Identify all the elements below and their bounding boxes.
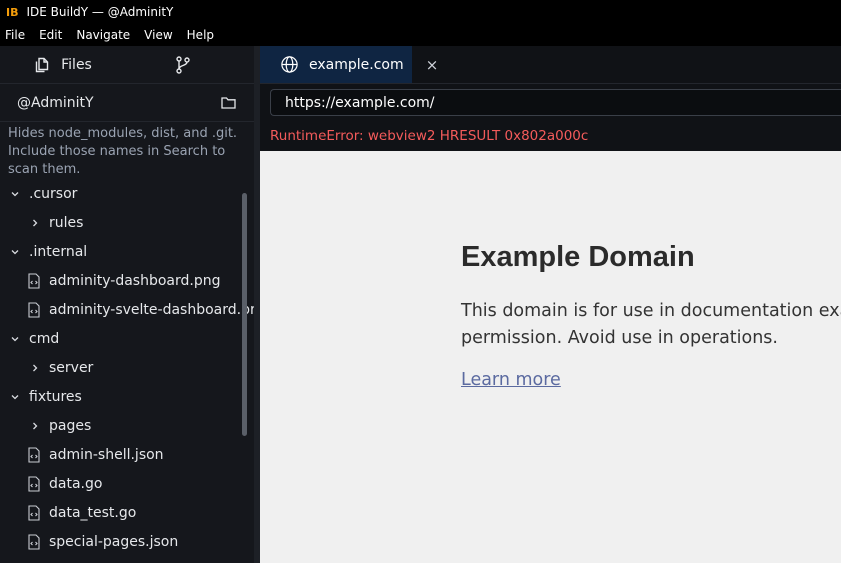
address-bar-container: https://example.com/ bbox=[260, 84, 841, 121]
tree-label: .cursor bbox=[29, 185, 78, 202]
sidebar: Files @AdminitY Hides node_modules, dist… bbox=[0, 46, 254, 563]
sidebar-tabs: Files bbox=[0, 46, 254, 84]
tree-folder-cursor[interactable]: .cursor bbox=[0, 179, 254, 208]
chevron-right-icon bbox=[27, 363, 43, 373]
file-code-icon bbox=[27, 446, 41, 463]
menu-edit[interactable]: Edit bbox=[39, 28, 62, 42]
tree-folder-rules[interactable]: rules bbox=[0, 208, 254, 237]
tree-label: server bbox=[49, 359, 94, 376]
page-paragraph: This domain is for use in documentation … bbox=[461, 298, 841, 352]
tree-file-adminity-dashboard[interactable]: adminity-dashboard.png bbox=[0, 266, 254, 295]
tree-label: cmd bbox=[29, 330, 60, 347]
window-title: IDE BuildY — @AdminitY bbox=[26, 5, 174, 19]
tree-label: special-pages.json bbox=[49, 533, 179, 550]
tree-label: adminity-svelte-dashboard.pr bbox=[49, 301, 254, 318]
tree-label: rules bbox=[49, 214, 84, 231]
tree-folder-pages[interactable]: pages bbox=[0, 411, 254, 440]
menu-navigate[interactable]: Navigate bbox=[76, 28, 130, 42]
file-code-icon bbox=[27, 504, 41, 521]
tree-file-data-go[interactable]: data.go bbox=[0, 469, 254, 498]
runtime-error-message: RuntimeError: webview2 HRESULT 0x802a000… bbox=[270, 128, 589, 144]
tree-folder-server[interactable]: server bbox=[0, 353, 254, 382]
chevron-right-icon bbox=[27, 218, 43, 228]
url-input[interactable]: https://example.com/ bbox=[270, 89, 841, 116]
file-tree: .cursor rules .internal adminity-dashboa… bbox=[0, 179, 254, 556]
tree-label: pages bbox=[49, 417, 92, 434]
globe-icon bbox=[281, 56, 298, 73]
chevron-down-icon bbox=[7, 247, 23, 257]
sidebar-scrollbar[interactable] bbox=[242, 193, 247, 436]
folder-icon[interactable] bbox=[221, 96, 236, 109]
paragraph-line-1: This domain is for use in documentation … bbox=[461, 301, 841, 321]
tree-file-admin-shell[interactable]: admin-shell.json bbox=[0, 440, 254, 469]
menu-view[interactable]: View bbox=[144, 28, 172, 42]
web-page-content: Example Domain This domain is for use in… bbox=[461, 241, 841, 390]
menu-file[interactable]: File bbox=[5, 28, 25, 42]
title-bar: IB IDE BuildY — @AdminitY bbox=[0, 0, 841, 24]
webview: Example Domain This domain is for use in… bbox=[260, 151, 841, 563]
git-branch-icon bbox=[175, 55, 190, 74]
tree-label: admin-shell.json bbox=[49, 446, 164, 463]
tree-label: .internal bbox=[29, 243, 88, 260]
chevron-right-icon bbox=[27, 421, 43, 431]
chevron-down-icon bbox=[7, 392, 23, 402]
learn-more-link[interactable]: Learn more bbox=[461, 370, 561, 390]
tree-folder-internal[interactable]: .internal bbox=[0, 237, 254, 266]
file-code-icon bbox=[27, 475, 41, 492]
tree-file-special-pages[interactable]: special-pages.json bbox=[0, 527, 254, 556]
app-logo: IB bbox=[6, 5, 19, 19]
tree-folder-cmd[interactable]: cmd bbox=[0, 324, 254, 353]
hidden-files-hint: Hides node_modules, dist, and .git. Incl… bbox=[8, 126, 238, 177]
menu-help[interactable]: Help bbox=[187, 28, 214, 42]
chevron-down-icon bbox=[7, 334, 23, 344]
paragraph-line-2: permission. Avoid use in operations. bbox=[461, 328, 778, 348]
file-code-icon bbox=[27, 301, 41, 318]
menu-bar: File Edit Navigate View Help bbox=[0, 24, 841, 46]
chevron-down-icon bbox=[7, 189, 23, 199]
close-tab-button[interactable]: × bbox=[412, 46, 452, 83]
tree-folder-fixtures[interactable]: fixtures bbox=[0, 382, 254, 411]
tab-bar: example.com × bbox=[260, 46, 841, 84]
tree-file-adminity-svelte-dashboard[interactable]: adminity-svelte-dashboard.pr bbox=[0, 295, 254, 324]
files-tab[interactable]: Files bbox=[0, 46, 125, 83]
workspace-name: @AdminitY bbox=[17, 94, 94, 111]
file-code-icon bbox=[27, 272, 41, 289]
tree-label: fixtures bbox=[29, 388, 82, 405]
files-tab-label: Files bbox=[61, 56, 92, 73]
tab-label: example.com bbox=[309, 56, 404, 73]
file-code-icon bbox=[27, 533, 41, 550]
tab-example-com[interactable]: example.com bbox=[260, 46, 412, 83]
workspace-header: @AdminitY bbox=[0, 84, 254, 122]
source-control-tab[interactable] bbox=[125, 46, 250, 83]
tree-label: data_test.go bbox=[49, 504, 137, 521]
tree-label: adminity-dashboard.png bbox=[49, 272, 221, 289]
tree-label: data.go bbox=[49, 475, 103, 492]
page-heading: Example Domain bbox=[461, 241, 695, 273]
tree-file-data-test-go[interactable]: data_test.go bbox=[0, 498, 254, 527]
files-icon bbox=[35, 57, 49, 72]
browser-panel: example.com × https://example.com/ Runti… bbox=[260, 46, 841, 563]
